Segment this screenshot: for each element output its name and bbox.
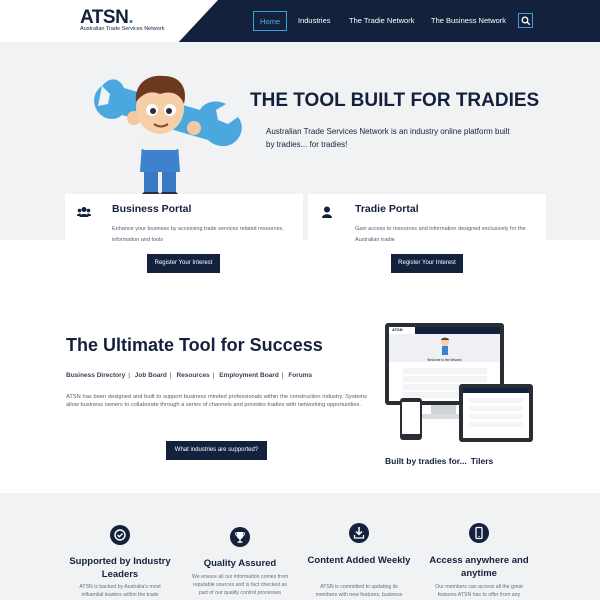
business-portal-card: Business Portal Enhance your business by… — [65, 194, 303, 243]
search-button[interactable] — [518, 13, 533, 28]
screen-mascot — [441, 337, 449, 355]
users-icon — [77, 207, 91, 217]
tablet-mockup — [459, 384, 533, 442]
feature-title: Supported by Industry Leaders — [69, 556, 171, 580]
user-icon — [322, 206, 332, 218]
built-by-role: Tilers — [470, 456, 494, 466]
trophy-icon — [230, 527, 250, 547]
tablet-row — [469, 414, 523, 419]
nav-tradie-network[interactable]: The Tradie Network — [349, 11, 414, 31]
link-resources[interactable]: Resources — [176, 372, 209, 379]
search-icon — [521, 16, 531, 26]
nav-home[interactable]: Home — [253, 11, 287, 31]
hero-title: THE TOOL BUILT FOR TRADIES — [250, 90, 540, 111]
industries-supported-button[interactable]: What industries are supported? — [166, 441, 267, 460]
card-description: Gain access to resources and information… — [355, 226, 526, 243]
card-title: Business Portal — [112, 203, 192, 215]
mobile-icon — [469, 523, 489, 543]
tablet-row — [469, 398, 523, 403]
logo-area[interactable]: ATSN. Australian Trade Services Network — [0, 0, 218, 42]
screen-logo: ATSN — [389, 327, 415, 334]
features-section: Supported by Industry Leaders ATSN is ba… — [0, 493, 600, 600]
register-business-button[interactable]: Register Your Interest — [147, 254, 220, 273]
success-title: The Ultimate Tool for Success — [66, 335, 323, 355]
feature-title: Content Added Weekly — [307, 555, 411, 566]
card-title: Tradie Portal — [355, 203, 419, 215]
tablet-header — [463, 388, 529, 393]
mascot-illustration — [94, 75, 242, 198]
phone-mockup — [400, 398, 422, 440]
feature-description: ATSN is backed by Australia's most influ… — [79, 584, 161, 598]
screen-welcome: Welcome to the Network — [427, 358, 462, 362]
tradie-portal-card: Tradie Portal Gain access to resources a… — [308, 194, 546, 243]
built-by-text: Built by tradies for... Tilers — [385, 456, 494, 466]
link-forums[interactable]: Forums — [288, 372, 312, 379]
link-business-directory[interactable]: Business Directory — [66, 372, 125, 379]
phone-screen — [402, 402, 420, 434]
screen-row — [403, 368, 487, 374]
site-header: ATSN. Australian Trade Services Network … — [0, 0, 600, 42]
register-tradie-button[interactable]: Register Your Interest — [391, 254, 463, 273]
feature-title: Access anywhere and anytime — [429, 555, 529, 579]
download-icon — [349, 523, 369, 543]
hero-description: Australian Trade Services Network is an … — [266, 127, 510, 149]
nav-industries[interactable]: Industries — [298, 11, 331, 31]
feature-title: Quality Assured — [203, 558, 277, 569]
card-description: Enhance your business by accessing trade… — [112, 226, 284, 243]
feature-description: We ensure all our information comes from… — [191, 574, 289, 596]
nav-business-network[interactable]: The Business Network — [431, 11, 506, 31]
check-icon — [110, 525, 130, 545]
link-job-board[interactable]: Job Board — [135, 372, 167, 379]
link-employment-board[interactable]: Employment Board — [219, 372, 279, 379]
logo-tagline: Australian Trade Services Network — [80, 26, 165, 32]
tablet-row — [469, 406, 523, 411]
success-description: ATSN has been designed and built to supp… — [66, 394, 367, 408]
screen-row — [403, 376, 487, 382]
feature-description: ATSN is committed to updating its member… — [315, 584, 403, 598]
feature-description: Our members can access all the great fea… — [435, 584, 523, 598]
tablet-screen — [463, 388, 529, 438]
feature-links: Business Directory | Job Board | Resources… — [66, 372, 313, 379]
tablet-row — [469, 422, 523, 427]
